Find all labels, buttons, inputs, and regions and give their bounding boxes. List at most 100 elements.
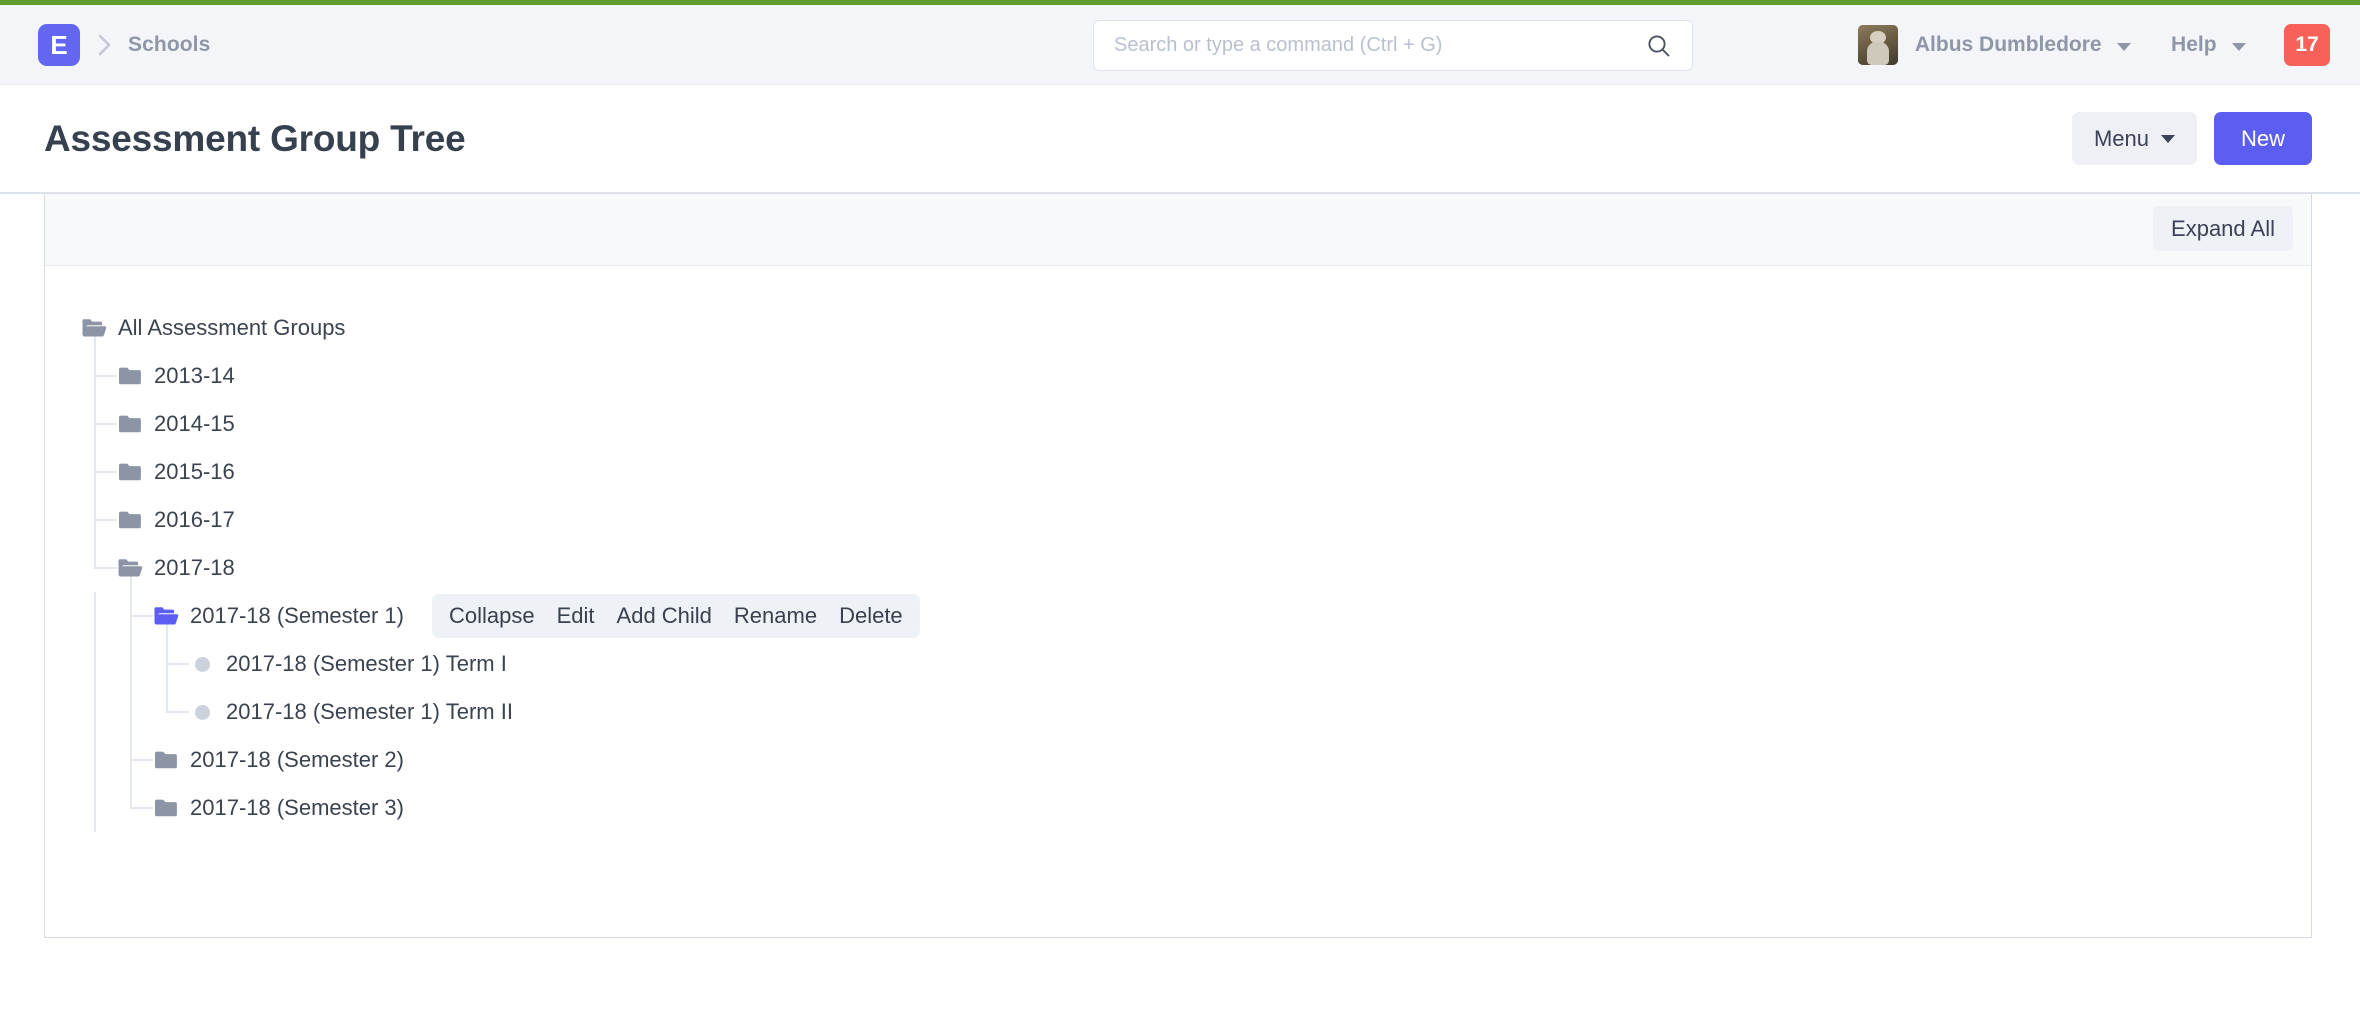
help-menu[interactable]: Help xyxy=(2131,33,2246,57)
tree-connector-vertical xyxy=(166,688,168,712)
tree-connector-vertical xyxy=(94,784,96,832)
tree-connector-vertical xyxy=(94,688,96,736)
tree-connector-horizontal xyxy=(94,423,117,425)
tree-node-row[interactable]: 2017-18 (Semester 2) xyxy=(153,736,404,784)
assessment-group-tree: All Assessment Groups 2013-14 2014-15 2015-… xyxy=(45,266,2311,832)
search-input[interactable] xyxy=(1114,34,1646,57)
tree-node[interactable]: 2017-18 (Semester 3) xyxy=(81,784,2311,832)
tree-action-collapse[interactable]: Collapse xyxy=(449,603,535,629)
tree-node-row[interactable]: 2014-15 xyxy=(117,400,235,448)
user-name: Albus Dumbledore xyxy=(1914,33,2102,56)
tree-connector-vertical xyxy=(130,688,132,736)
tree-connector-vertical xyxy=(130,640,132,688)
folder-closed-icon[interactable] xyxy=(153,795,179,821)
tree-connector-vertical xyxy=(94,640,96,688)
chevron-down-icon xyxy=(2160,134,2175,143)
tree-connector-vertical xyxy=(94,736,96,784)
tree-node-label: 2017-18 (Semester 1) Term II xyxy=(226,699,513,724)
expand-all-button[interactable]: Expand All xyxy=(2153,206,2293,251)
tree-connector-horizontal xyxy=(94,471,117,473)
tree-action-delete[interactable]: Delete xyxy=(839,603,903,629)
help-label: Help xyxy=(2171,33,2217,56)
leaf-dot-icon[interactable] xyxy=(189,699,215,725)
tree-connector-horizontal xyxy=(130,759,153,761)
tree-node-row[interactable]: 2017-18 (Semester 1) Term I xyxy=(189,640,507,688)
folder-closed-icon[interactable] xyxy=(117,363,143,389)
tree-node-label: 2014-15 xyxy=(154,411,235,436)
tree-node-action-toolbar: Collapse Edit Add Child Rename Delete xyxy=(432,594,920,638)
app-logo-letter: E xyxy=(50,29,68,60)
avatar[interactable] xyxy=(1857,25,1898,65)
tree-connector-horizontal xyxy=(94,567,117,569)
search-icon[interactable] xyxy=(1646,33,1672,59)
tree-node-label: 2017-18 (Semester 1) Term I xyxy=(226,651,507,676)
leaf-dot-icon[interactable] xyxy=(189,651,215,677)
tree-node[interactable]: 2016-17 xyxy=(81,496,2311,544)
tree-node-label: 2017-18 (Semester 2) xyxy=(190,747,404,772)
search-box[interactable] xyxy=(1093,20,1693,71)
tree-node[interactable]: 2017-18 (Semester 2) xyxy=(81,736,2311,784)
tree-node[interactable]: 2013-14 xyxy=(81,352,2311,400)
folder-closed-icon[interactable] xyxy=(117,411,143,437)
menu-button[interactable]: Menu xyxy=(2071,112,2197,165)
global-search xyxy=(1093,20,1693,71)
tree-node[interactable]: 2014-15 xyxy=(81,400,2311,448)
tree-node-row[interactable]: 2017-18 (Semester 3) xyxy=(153,784,404,832)
tree-connector-vertical xyxy=(94,544,96,568)
tree-connector-horizontal xyxy=(166,663,189,665)
tree-node[interactable]: 2017-18 (Semester 1) Term I xyxy=(81,640,2311,688)
menu-button-label: Menu xyxy=(2093,125,2149,151)
tree-node-label: 2017-18 xyxy=(154,555,235,580)
tree-node-row[interactable]: 2015-16 xyxy=(117,448,235,496)
user-menu[interactable]: Albus Dumbledore xyxy=(1898,33,2132,57)
page-header: Assessment Group Tree Menu New xyxy=(0,85,2360,192)
header-divider xyxy=(0,192,2360,194)
tree-node-row[interactable]: 2013-14 xyxy=(117,352,235,400)
tree-action-rename[interactable]: Rename xyxy=(734,603,817,629)
tree-node-row[interactable]: 2017-18 xyxy=(117,544,235,592)
page-title: Assessment Group Tree xyxy=(44,117,466,159)
tree-node[interactable]: 2017-18 (Semester 1) Collapse Edit Add Chil… xyxy=(81,592,2311,640)
page-header-actions: Menu New xyxy=(2071,112,2312,165)
tree-node[interactable]: 2017-18 (Semester 1) Term II xyxy=(81,688,2311,736)
notification-badge[interactable]: 17 xyxy=(2284,24,2330,66)
tree-node-label: 2015-16 xyxy=(154,459,235,484)
tree-action-edit[interactable]: Edit xyxy=(557,603,595,629)
content-area: Expand All All Assessment Groups 2013-14 2… xyxy=(0,192,2360,938)
tree-node-row[interactable]: 2016-17 xyxy=(117,496,235,544)
tree-connector-vertical xyxy=(94,592,96,640)
tree-node-label: 2017-18 (Semester 1) xyxy=(190,603,404,628)
tree-connector-horizontal xyxy=(166,711,189,713)
folder-open-icon[interactable] xyxy=(153,603,179,629)
tree-node-label: 2013-14 xyxy=(154,363,235,388)
breadcrumb-schools[interactable]: Schools xyxy=(128,33,210,57)
tree-node[interactable]: All Assessment Groups xyxy=(81,304,2311,352)
tree-node-label: 2016-17 xyxy=(154,507,235,532)
tree-node-row[interactable]: 2017-18 (Semester 1) Collapse Edit Add Chil… xyxy=(153,592,920,640)
top-navbar: E Schools Albus Dumbledore Help xyxy=(0,5,2360,85)
tree-connector-vertical xyxy=(130,784,132,808)
folder-closed-icon[interactable] xyxy=(117,507,143,533)
tree-connector-horizontal xyxy=(94,519,117,521)
folder-closed-icon[interactable] xyxy=(117,459,143,485)
tree-action-add-child[interactable]: Add Child xyxy=(617,603,712,629)
tree-node-label: 2017-18 (Semester 3) xyxy=(190,795,404,820)
tree-connector-horizontal xyxy=(130,807,153,809)
tree-card: Expand All All Assessment Groups 2013-14 2… xyxy=(44,192,2312,938)
tree-card-toolbar: Expand All xyxy=(45,192,2311,266)
tree-node[interactable]: 2017-18 xyxy=(81,544,2311,592)
chevron-right-icon xyxy=(96,32,114,58)
navbar-right-cluster: Albus Dumbledore Help 17 xyxy=(1857,5,2330,85)
tree-node[interactable]: 2015-16 xyxy=(81,448,2311,496)
tree-node-row[interactable]: All Assessment Groups xyxy=(81,304,345,352)
chevron-down-icon xyxy=(2117,42,2132,51)
tree-node-row[interactable]: 2017-18 (Semester 1) Term II xyxy=(189,688,513,736)
tree-node-label: All Assessment Groups xyxy=(118,315,346,340)
folder-open-icon[interactable] xyxy=(117,555,143,581)
new-button[interactable]: New xyxy=(2213,112,2312,165)
chevron-down-icon xyxy=(2232,42,2246,51)
app-logo[interactable]: E xyxy=(38,23,80,66)
tree-connector-horizontal xyxy=(94,375,117,377)
folder-closed-icon[interactable] xyxy=(153,747,179,773)
folder-open-icon[interactable] xyxy=(81,315,107,341)
